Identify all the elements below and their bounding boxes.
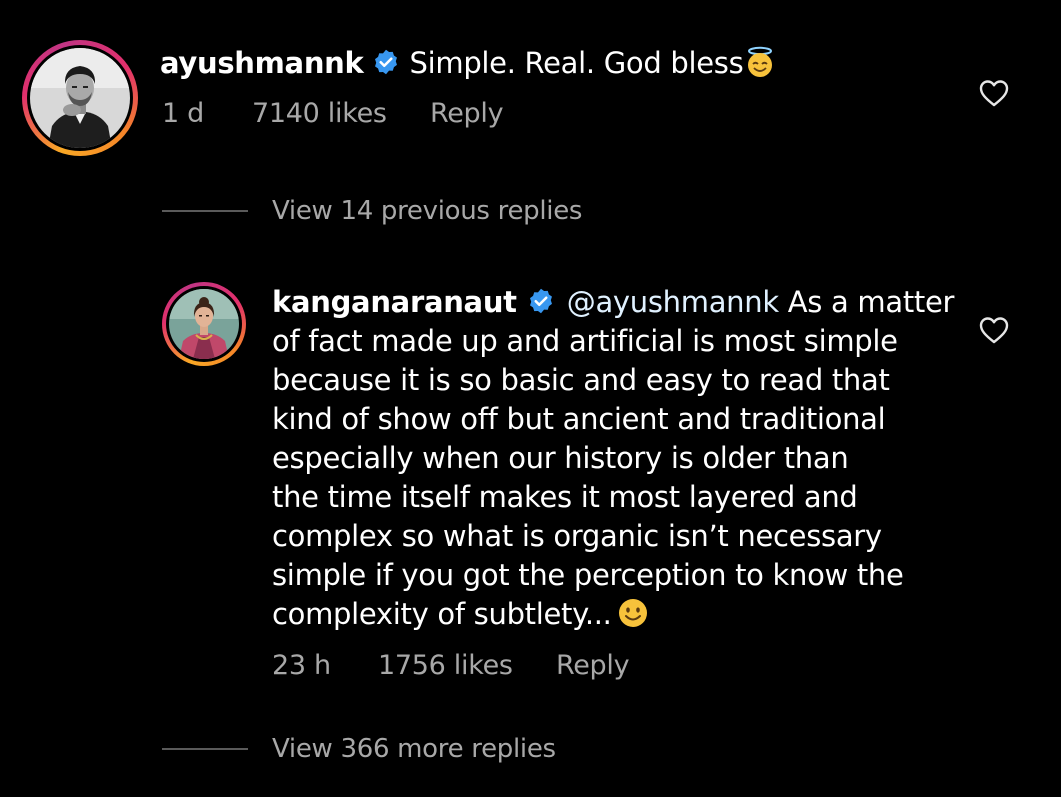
username[interactable]: ayushmannk [160,46,364,80]
reply-meta: 23 h 1756 likes Reply [272,650,672,686]
view-previous-replies-button[interactable]: View 14 previous replies [272,196,582,226]
innocent-face-emoji-icon [743,45,777,89]
view-more-replies-button[interactable]: View 366 more replies [272,734,556,764]
kanganaranaut-photo [169,289,239,359]
reply-button[interactable]: Reply [430,98,504,129]
reply-line: the time itself makes it most layered an… [272,480,858,514]
username[interactable]: kanganaranaut [272,285,517,319]
verified-badge-icon [527,286,555,325]
reply-line-last: complexity of subtlety... [272,595,904,640]
reply-text-first: As a matter [778,285,955,319]
mention-link[interactable]: @ayushmannk [567,285,779,319]
ayushmannk-photo [30,48,130,148]
reply-line: kind of show off but ancient and traditi… [272,402,886,436]
comment-header: ayushmannk Simple. Real. God bless [160,44,777,89]
reply-line: because it is so basic and easy to read … [272,363,890,397]
reply-line: simple if you got the perception to know… [272,558,904,592]
reply-line: of fact made up and artificial is most s… [272,324,898,358]
avatar-ayushmannk[interactable] [22,40,138,156]
like-heart-icon[interactable] [978,78,1010,112]
comment-ayushmannk: ayushmannk Simple. Real. God bless 1 d 71… [0,0,1061,180]
thread-divider [162,748,248,750]
reply-line: especially when our history is older tha… [272,441,849,475]
reply-line: complex so what is organic isn’t necessa… [272,519,882,553]
timestamp: 23 h [272,650,331,681]
reply-header: kanganaranaut @ayushmannk As a matter [272,283,954,325]
reply-body: of fact made up and artificial is most s… [272,322,904,640]
smiling-face-emoji-icon [616,596,650,640]
reply-line: complexity of subtlety... [272,597,612,631]
likes-count[interactable]: 7140 likes [252,98,387,129]
like-heart-icon[interactable] [978,315,1010,349]
likes-count[interactable]: 1756 likes [378,650,513,681]
avatar-kanganaranaut[interactable] [162,282,246,366]
reply-kanganaranaut: kanganaranaut @ayushmannk As a matter of … [0,270,1061,690]
reply-button[interactable]: Reply [556,650,630,681]
thread-divider [162,210,248,212]
verified-badge-icon [372,47,400,86]
comment-text: Simple. Real. God bless [409,46,744,80]
comment-meta: 1 d 7140 likes Reply [162,98,562,134]
timestamp: 1 d [162,98,204,129]
